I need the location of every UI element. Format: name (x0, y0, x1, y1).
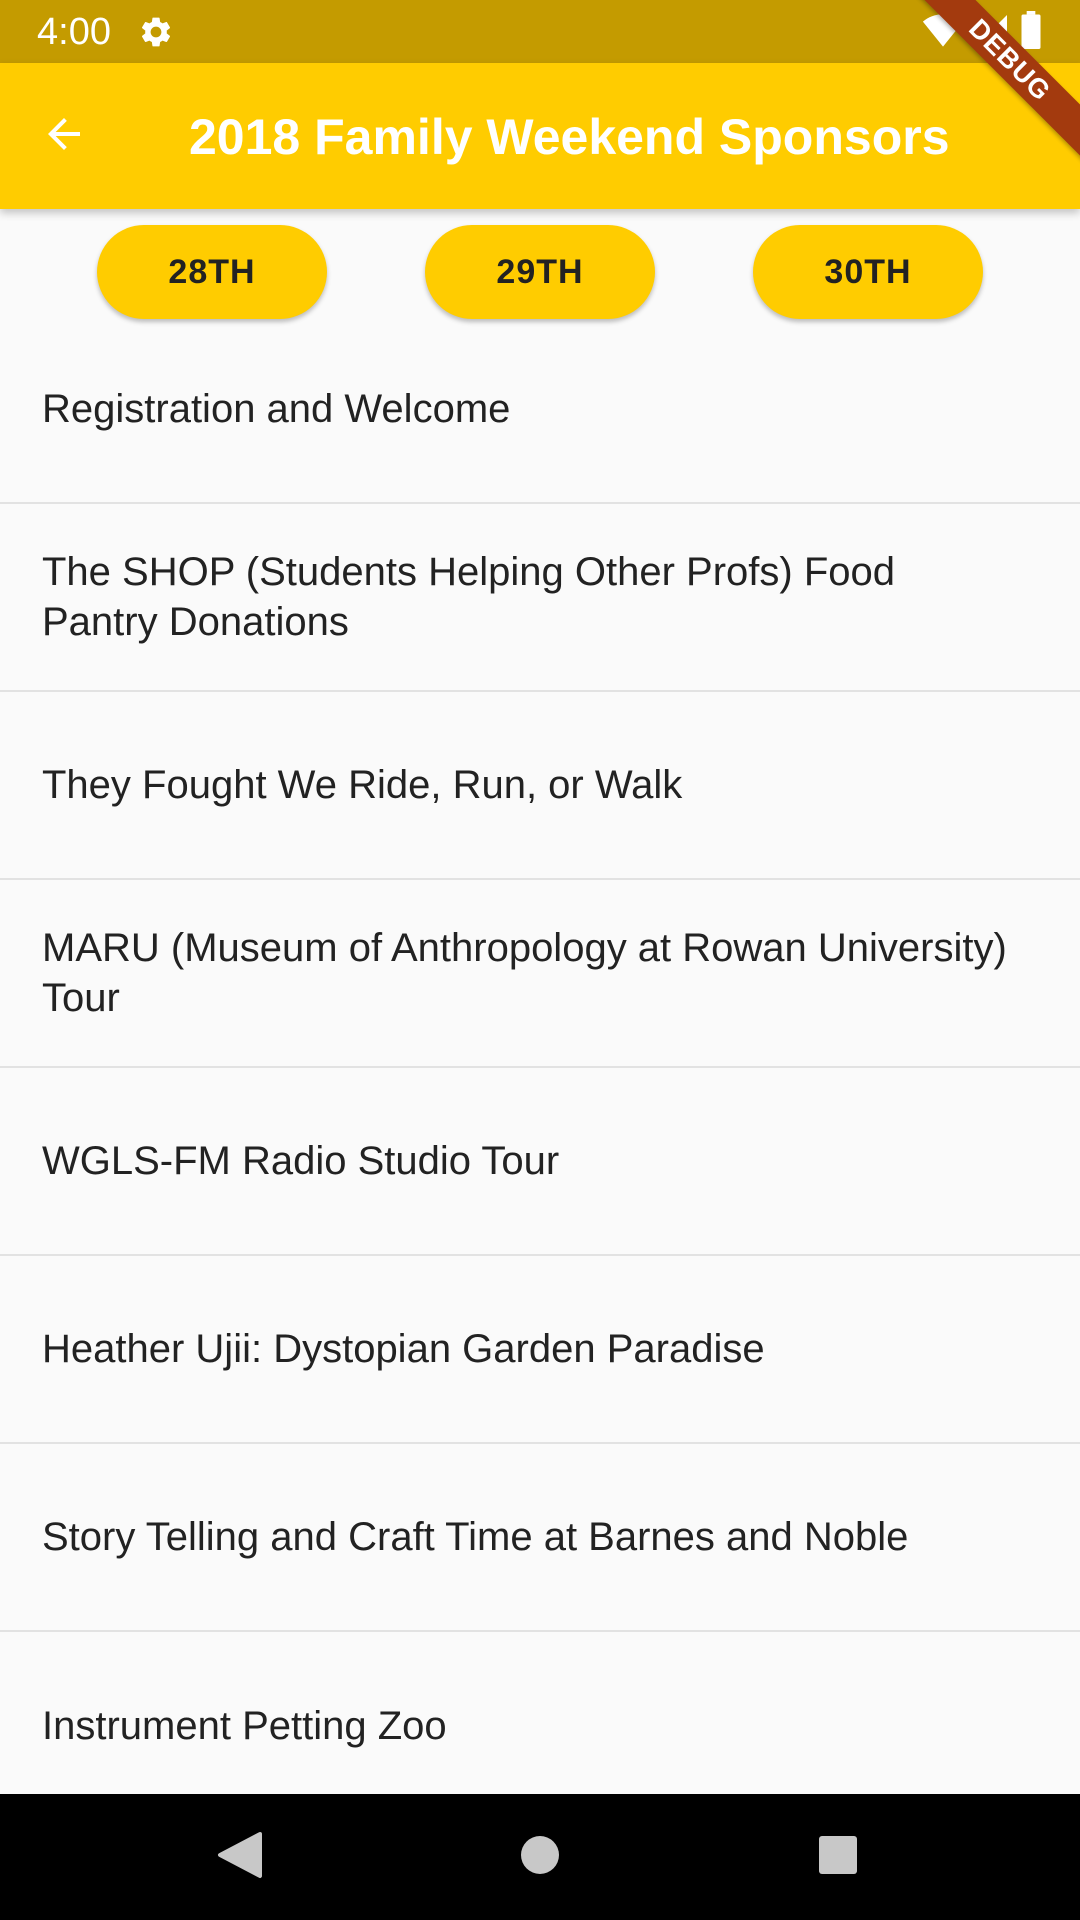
page-title: 2018 Family Weekend Sponsors (189, 109, 950, 165)
gear-icon (138, 14, 174, 50)
list-item[interactable]: Registration and Welcome (0, 315, 1080, 504)
app-bar: 2018 Family Weekend Sponsors (0, 63, 1080, 209)
event-list: Registration and Welcome The SHOP (Stude… (0, 315, 1080, 1820)
nav-home-button[interactable] (507, 1824, 573, 1890)
status-bar: 4:00 (0, 0, 1080, 63)
arrow-back-icon (40, 110, 88, 163)
nav-recents-icon (818, 1835, 858, 1880)
wifi-icon (922, 12, 964, 53)
list-item-title: The SHOP (Students Helping Other Profs) … (42, 550, 895, 644)
nav-back-button[interactable] (206, 1824, 272, 1890)
day-selector: 28TH 29TH 30TH (0, 225, 1080, 321)
list-item[interactable]: The SHOP (Students Helping Other Profs) … (0, 504, 1080, 692)
back-button[interactable] (36, 108, 92, 164)
day-button-28th[interactable]: 28TH (97, 225, 327, 319)
list-item[interactable]: WGLS-FM Radio Studio Tour (0, 1068, 1080, 1256)
list-item-title: WGLS-FM Radio Studio Tour (42, 1139, 560, 1183)
list-item-title: Instrument Petting Zoo (42, 1704, 447, 1748)
status-time: 4:00 (37, 11, 111, 53)
system-nav-bar (0, 1794, 1080, 1920)
list-item-title: Heather Ujii: Dystopian Garden Paradise (42, 1327, 765, 1371)
day-button-29th[interactable]: 29TH (425, 225, 655, 319)
nav-home-icon (520, 1835, 560, 1880)
list-item[interactable]: Story Telling and Craft Time at Barnes a… (0, 1444, 1080, 1632)
signal-icon (974, 12, 1010, 53)
nav-recents-button[interactable] (805, 1824, 871, 1890)
battery-icon (1020, 10, 1042, 54)
status-icons (922, 10, 1042, 54)
list-item[interactable]: MARU (Museum of Anthropology at Rowan Un… (0, 880, 1080, 1068)
list-item-title: Registration and Welcome (42, 386, 511, 431)
day-button-30th[interactable]: 30TH (753, 225, 983, 319)
list-item[interactable]: They Fought We Ride, Run, or Walk (0, 692, 1080, 880)
nav-back-icon (216, 1830, 262, 1885)
list-item[interactable]: Instrument Petting Zoo (0, 1632, 1080, 1820)
list-item[interactable]: Heather Ujii: Dystopian Garden Paradise (0, 1256, 1080, 1444)
list-item-title: They Fought We Ride, Run, or Walk (42, 763, 683, 807)
list-item-title: MARU (Museum of Anthropology at Rowan Un… (42, 926, 1007, 1020)
list-item-title: Story Telling and Craft Time at Barnes a… (42, 1515, 909, 1559)
app-screen: 4:00 DEBUG 2018 Family Weekend Sponsors … (0, 0, 1080, 1920)
